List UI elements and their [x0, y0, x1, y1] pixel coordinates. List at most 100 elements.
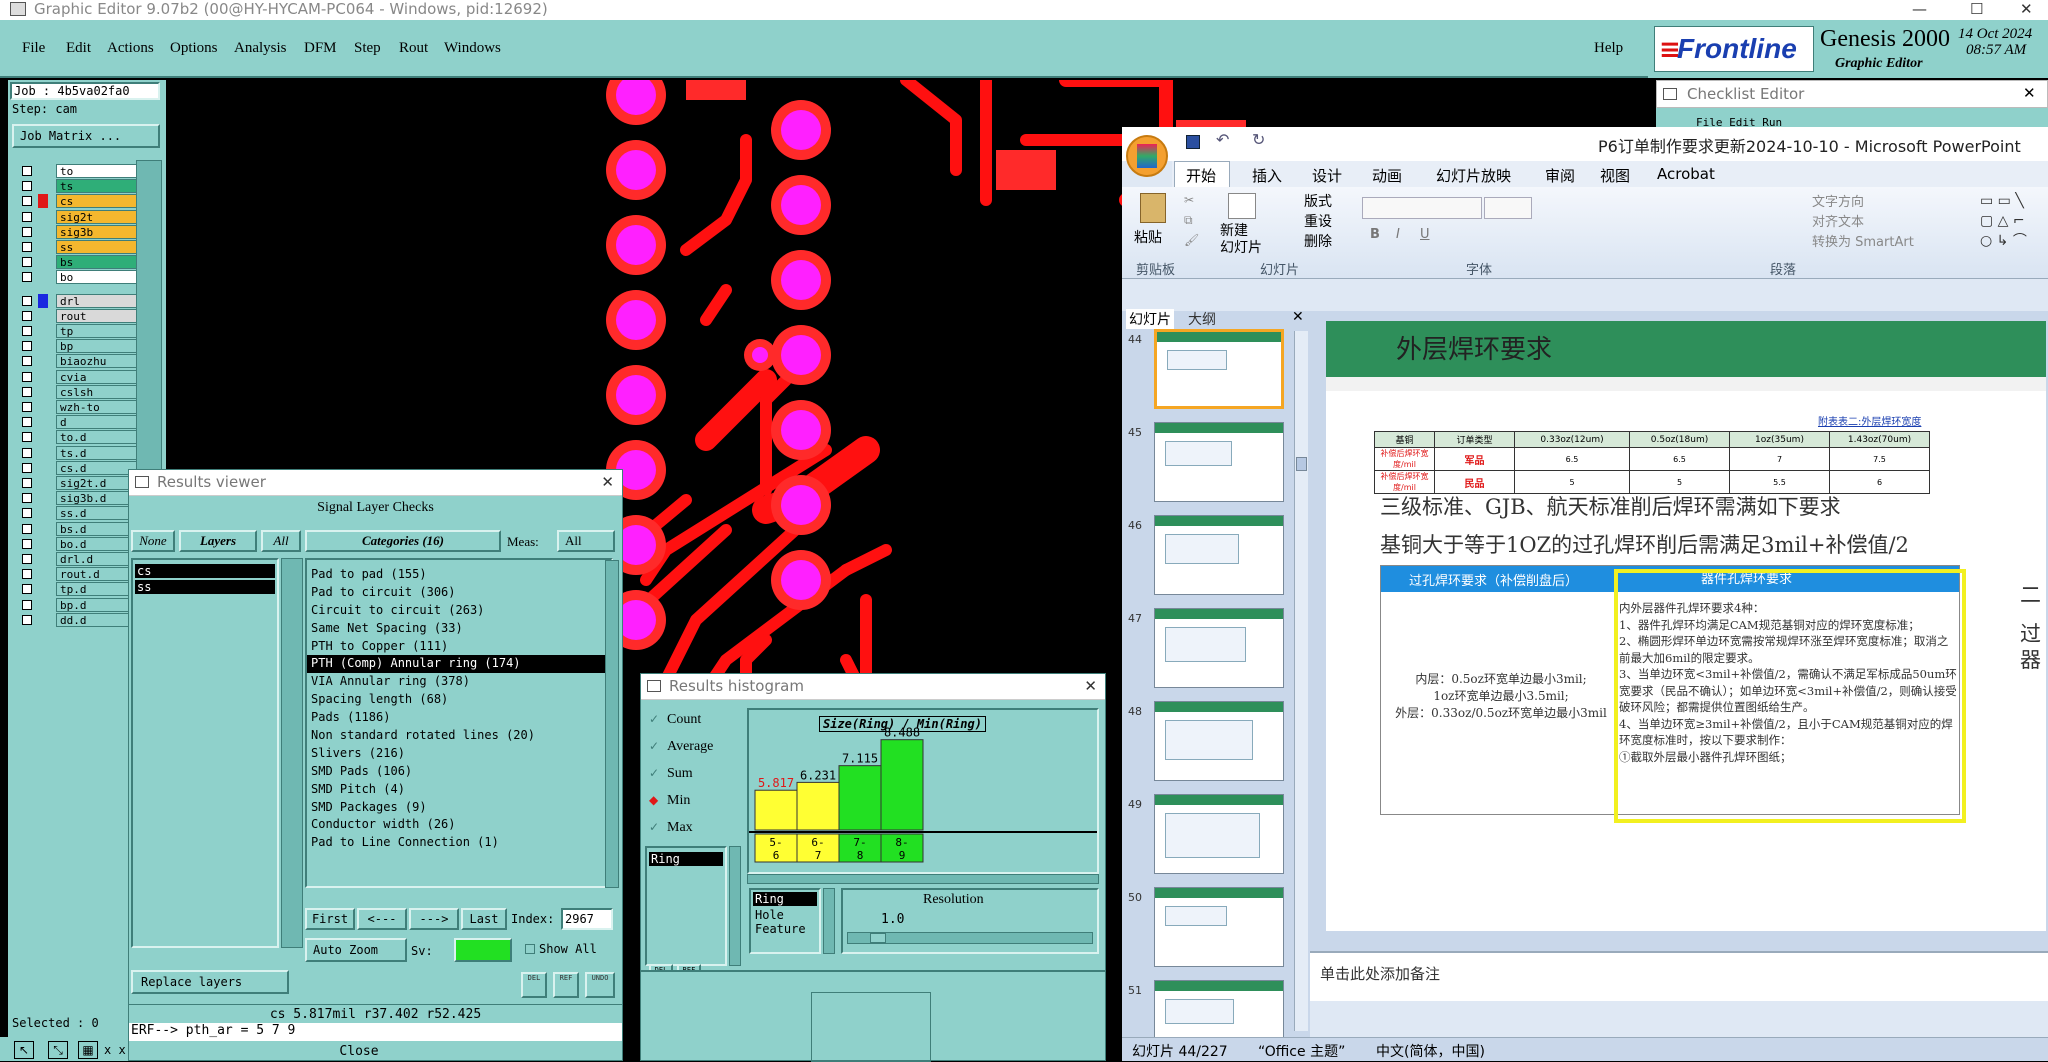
layer-checkbox[interactable]	[22, 166, 32, 176]
layer-color-swatch[interactable]	[38, 209, 48, 224]
paste-icon[interactable]	[1140, 193, 1166, 223]
category-item[interactable]: VIA Annular ring (378)	[307, 673, 611, 691]
slide-pane-scrollbar[interactable]	[1294, 331, 1308, 1031]
menu-rout[interactable]: Rout	[399, 40, 428, 57]
slide-thumbnail[interactable]	[1154, 887, 1284, 967]
category-item[interactable]: SMD Packages (9)	[307, 799, 611, 817]
tab-acrobat[interactable]: Acrobat	[1657, 165, 1715, 183]
bar-5-6[interactable]	[754, 789, 798, 831]
layer-color-swatch[interactable]	[38, 491, 48, 506]
layer-color-swatch[interactable]	[38, 567, 48, 582]
tab-animation[interactable]: 动画	[1372, 165, 1402, 186]
layer-checkbox[interactable]	[22, 211, 32, 222]
category-item[interactable]: Pad to circuit (306)	[307, 584, 611, 602]
category-item[interactable]: Conductor width (26)	[307, 816, 611, 834]
tab-view[interactable]: 视图	[1600, 165, 1630, 186]
layer-checkbox[interactable]	[22, 326, 32, 336]
layer-checkbox[interactable]	[22, 523, 32, 534]
layer-color-swatch[interactable]	[38, 164, 48, 178]
layer-color-swatch[interactable]	[38, 240, 48, 254]
paste-button[interactable]: 粘贴	[1134, 227, 1162, 247]
new-slide-icon[interactable]	[1228, 193, 1256, 219]
redo-icon[interactable]: ↻	[1252, 130, 1265, 149]
layer-color-swatch[interactable]	[38, 552, 48, 566]
close-icon[interactable]: ✕	[1084, 674, 1097, 698]
layer-checkbox[interactable]	[22, 257, 32, 268]
field-feature[interactable]: Feature	[751, 922, 819, 936]
menu-step[interactable]: Step	[354, 40, 381, 57]
maximize-button[interactable]: ☐	[1970, 0, 1983, 18]
del-button[interactable]: DEL	[521, 972, 547, 998]
close-icon[interactable]: ✕	[2023, 84, 2036, 102]
layout-button[interactable]: 版式	[1304, 191, 1332, 211]
field-list-scrollbar[interactable]	[729, 846, 741, 966]
zoom-tool-icon[interactable]: ⤡	[48, 1041, 68, 1059]
slide-thumbnail[interactable]	[1154, 422, 1284, 502]
bar-6-7[interactable]	[796, 781, 840, 831]
menu-analysis[interactable]: Analysis	[234, 40, 287, 57]
close-icon[interactable]: ✕	[1292, 309, 1304, 325]
layer-color-swatch[interactable]	[38, 415, 48, 430]
minimize-button[interactable]: —	[1912, 0, 1927, 18]
category-item[interactable]: PTH to Copper (111)	[307, 638, 611, 656]
tab-review[interactable]: 审阅	[1545, 165, 1575, 186]
layer-color-swatch[interactable]	[38, 309, 48, 324]
layer-color-swatch[interactable]	[38, 430, 48, 445]
layer-color-swatch[interactable]	[38, 270, 48, 285]
pane-tab-outline[interactable]: 大纲	[1188, 309, 1216, 329]
layer-color-swatch[interactable]	[38, 354, 48, 369]
none-button[interactable]: None	[131, 530, 175, 552]
feature-list-scrollbar[interactable]	[823, 888, 835, 954]
layer-checkbox[interactable]	[22, 196, 32, 207]
tab-insert[interactable]: 插入	[1252, 165, 1282, 186]
meas-select[interactable]: All	[557, 530, 615, 552]
category-item[interactable]: SMD Pads (106)	[307, 763, 611, 781]
menu-windows[interactable]: Windows	[444, 40, 501, 57]
slide[interactable]: 外层焊环要求 附表表二:外层焊环宽度 基铜 订单类型 0.33oz(12um) 0.5…	[1326, 321, 2046, 931]
layer-color-swatch[interactable]	[38, 369, 48, 384]
notes-area[interactable]: 单击此处添加备注	[1310, 951, 2048, 1001]
bold-button[interactable]: B	[1370, 227, 1380, 242]
layer-checkbox[interactable]	[22, 508, 32, 519]
layer-result-list[interactable]: cs ss	[131, 558, 279, 948]
layer-checkbox[interactable]	[22, 554, 32, 564]
underline-button[interactable]: U	[1420, 227, 1430, 242]
prev-button[interactable]: <---	[357, 908, 407, 930]
undo-icon[interactable]: ↶	[1216, 130, 1229, 149]
layer-color-swatch[interactable]	[38, 400, 48, 414]
layer-color-swatch[interactable]	[38, 445, 48, 460]
layer-color-swatch[interactable]	[38, 384, 48, 399]
menu-actions[interactable]: Actions	[107, 40, 154, 57]
close-icon[interactable]: ✕	[601, 470, 614, 494]
layer-color-swatch[interactable]	[38, 506, 48, 521]
layer-result-ss[interactable]: ss	[135, 580, 275, 594]
italic-button[interactable]: I	[1396, 227, 1400, 242]
layer-checkbox[interactable]	[22, 386, 32, 397]
layer-checkbox[interactable]	[22, 296, 32, 306]
delete-button[interactable]: 删除	[1304, 231, 1332, 251]
tab-slideshow[interactable]: 幻灯片放映	[1436, 165, 1511, 186]
slide-thumbnail[interactable]	[1154, 701, 1284, 781]
field-selected[interactable]: Ring	[649, 852, 723, 866]
layer-color-swatch[interactable]	[38, 339, 48, 354]
slide-thumbnail[interactable]	[1154, 329, 1284, 409]
pane-tab-slides[interactable]: 幻灯片	[1126, 309, 1174, 329]
pointer-tool-icon[interactable]: ↖	[14, 1041, 34, 1059]
menu-edit[interactable]: Edit	[66, 40, 91, 57]
category-item[interactable]: Spacing length (68)	[307, 691, 611, 709]
layer-checkbox[interactable]	[22, 614, 32, 625]
layer-color-swatch[interactable]	[38, 536, 48, 551]
slide-thumbnail[interactable]	[1154, 794, 1284, 874]
layer-checkbox[interactable]	[22, 402, 32, 412]
menu-dfm[interactable]: DFM	[304, 40, 337, 57]
layer-checkbox[interactable]	[22, 447, 32, 458]
font-size-select[interactable]	[1484, 197, 1532, 219]
cut-icon[interactable]: ✂	[1184, 193, 1194, 207]
undo-button[interactable]: UNDO	[585, 972, 615, 998]
shapes-gallery-icon[interactable]: ▭ ▭ ╲ ▢ △ ⌐ ○ ↳ ⌒	[1980, 191, 2027, 251]
layer-result-cs[interactable]: cs	[135, 564, 275, 578]
category-item[interactable]: Slivers (216)	[307, 745, 611, 763]
layer-checkbox[interactable]	[22, 226, 32, 237]
copy-icon[interactable]: ⧉	[1184, 213, 1193, 228]
new-slide-button[interactable]: 新建 幻灯片	[1220, 223, 1262, 257]
